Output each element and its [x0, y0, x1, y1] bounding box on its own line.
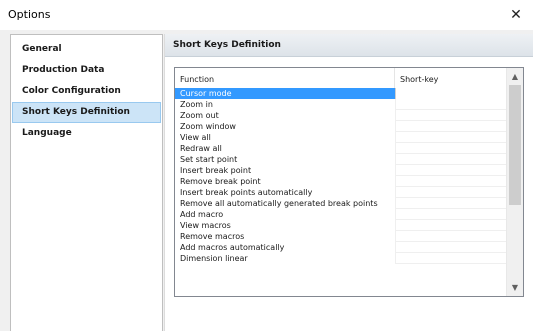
function-cell: Add macro — [180, 210, 224, 219]
options-category-list: General Production Data Color Configurat… — [10, 34, 163, 331]
function-cell: Redraw all — [180, 144, 222, 153]
nav-item-language[interactable]: Language — [12, 123, 161, 144]
short-keys-list: Function Short-key Cursor mode Zoom in Z… — [174, 67, 524, 297]
table-row[interactable]: Dimension linear — [175, 253, 506, 264]
function-cell: Zoom window — [180, 122, 236, 131]
nav-item-production-data[interactable]: Production Data — [12, 60, 161, 81]
table-row[interactable]: Zoom window — [175, 121, 506, 132]
table-row[interactable]: Zoom in — [175, 99, 506, 110]
table-row[interactable]: Set start point — [175, 154, 506, 165]
column-header-shortkey[interactable]: Short-key — [395, 68, 505, 88]
function-cell: Remove break point — [180, 177, 261, 186]
shortkey-cell[interactable] — [395, 88, 506, 99]
function-cell: Add macros automatically — [180, 243, 285, 252]
table-row[interactable]: Add macros automatically — [175, 242, 506, 253]
scroll-down-icon[interactable]: ▼ — [507, 279, 523, 296]
table-row[interactable]: Redraw all — [175, 143, 506, 154]
table-row[interactable]: View macros — [175, 220, 506, 231]
nav-item-color-configuration[interactable]: Color Configuration — [12, 81, 161, 102]
table-row[interactable]: Insert break point — [175, 165, 506, 176]
table-row[interactable]: Remove all automatically generated break… — [175, 198, 506, 209]
panel-title: Short Keys Definition — [165, 34, 533, 57]
table-row[interactable]: Cursor mode — [175, 88, 506, 99]
function-cell: Insert break point — [180, 166, 252, 175]
title-bar: Options ✕ — [0, 0, 533, 30]
function-cell: Zoom in — [180, 100, 213, 109]
function-cell: View all — [180, 133, 211, 142]
settings-panel: Short Keys Definition Function Short-key… — [164, 34, 533, 331]
function-cell: Zoom out — [180, 111, 219, 120]
function-cell: Cursor mode — [180, 89, 232, 98]
table-row[interactable]: Insert break points automatically — [175, 187, 506, 198]
nav-item-general[interactable]: General — [12, 39, 161, 60]
function-cell: Dimension linear — [180, 254, 248, 263]
dialog-body: General Production Data Color Configurat… — [0, 30, 533, 331]
table-row[interactable]: Remove macros — [175, 231, 506, 242]
table-row[interactable]: Zoom out — [175, 110, 506, 121]
short-keys-rows: Cursor mode Zoom in Zoom out Zoom window… — [175, 88, 506, 296]
function-cell: Set start point — [180, 155, 238, 164]
function-cell: Remove all automatically generated break… — [180, 199, 378, 208]
nav-item-short-keys-definition[interactable]: Short Keys Definition — [12, 102, 161, 123]
column-header-function[interactable]: Function — [175, 68, 395, 88]
close-icon[interactable]: ✕ — [499, 0, 533, 30]
table-row[interactable]: Add macro — [175, 209, 506, 220]
vertical-scrollbar[interactable]: ▲ ▼ — [506, 68, 523, 296]
table-row[interactable]: View all — [175, 132, 506, 143]
window-title: Options — [8, 8, 51, 21]
table-row[interactable]: Remove break point — [175, 176, 506, 187]
function-cell: Remove macros — [180, 232, 245, 241]
scrollbar-thumb[interactable] — [509, 85, 521, 205]
function-cell: Insert break points automatically — [180, 188, 313, 197]
scroll-up-icon[interactable]: ▲ — [507, 68, 523, 85]
function-cell: View macros — [180, 221, 231, 230]
options-window: Options ✕ General Production Data Color … — [0, 0, 533, 331]
